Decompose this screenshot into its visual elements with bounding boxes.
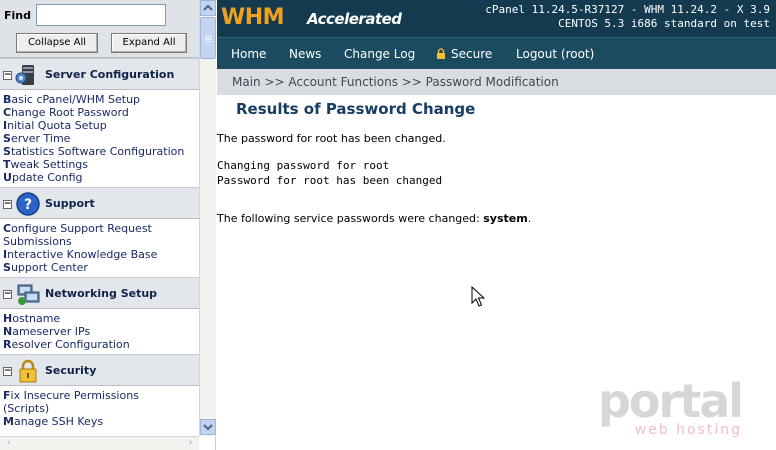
- scroll-down-button[interactable]: [200, 419, 216, 435]
- nav-link-hostname[interactable]: Hostname: [3, 312, 199, 325]
- section-header-security[interactable]: − Security: [0, 354, 199, 386]
- version-info: cPanel 11.24.5-R37127 - WHM 11.24.2 - X …: [485, 3, 770, 31]
- watermark-brand: portal: [598, 374, 744, 428]
- portal-watermark-logo: portal web hosting: [596, 378, 756, 442]
- page-title: Results of Password Change: [236, 100, 476, 118]
- chevron-left-icon[interactable]: ‹: [2, 437, 15, 450]
- password-changed-message: The password for root has been changed.: [217, 132, 446, 145]
- left-horizontal-scrollbar[interactable]: ‹ ›: [0, 436, 199, 450]
- nav-secure-link[interactable]: Secure: [436, 47, 492, 61]
- left-navigation-frame: Find Collapse All Expand All − Server Co…: [0, 0, 216, 450]
- server-icon: [15, 65, 34, 85]
- top-navigation: Home News Change Log Secure Logout (root…: [217, 37, 776, 69]
- nav-link-update-config[interactable]: Update Config: [3, 171, 199, 184]
- chevron-up-icon: [203, 4, 213, 11]
- nav-link-change-root-password[interactable]: Change Root Password: [3, 106, 199, 119]
- section-header-server-configuration[interactable]: − Server Configuration: [0, 58, 199, 90]
- nav-link-basic-setup[interactable]: Basic cPanel/WHM Setup: [3, 93, 199, 106]
- padlock-icon: [437, 48, 445, 59]
- section-links-security: Fix Insecure Permissions (Scripts) Manag…: [0, 386, 199, 431]
- find-label: Find: [4, 9, 31, 22]
- nav-link-fix-insecure-permissions-cont[interactable]: (Scripts): [3, 402, 199, 415]
- section-title: Security: [45, 364, 97, 377]
- version-line: cPanel 11.24.5-R37127 - WHM 11.24.2 - X …: [485, 3, 770, 16]
- whm-logo-subtitle: Accelerated: [307, 10, 402, 28]
- nav-link-manage-ssh-keys[interactable]: Manage SSH Keys: [3, 415, 199, 428]
- services-suffix: .: [527, 212, 532, 225]
- section-header-networking-setup[interactable]: − Networking Setup: [0, 277, 199, 309]
- nav-link-fix-insecure-permissions[interactable]: Fix Insecure Permissions: [3, 389, 199, 402]
- collapse-toggle-icon[interactable]: −: [3, 290, 12, 299]
- server-info-line: CENTOS 5.3 i686 standard on test: [558, 17, 770, 30]
- help-icon: ?: [16, 192, 40, 216]
- nav-link-statistics-software[interactable]: Statistics Software Configuration: [3, 145, 199, 158]
- expand-all-button[interactable]: Expand All: [111, 33, 187, 53]
- find-area: Find Collapse All Expand All: [0, 0, 199, 58]
- svg-text:?: ?: [24, 197, 32, 213]
- scrollbar-thumb[interactable]: [200, 17, 216, 59]
- nav-logout-link[interactable]: Logout (root): [516, 47, 594, 61]
- command-output: Changing password for root Password for …: [217, 159, 443, 187]
- left-vertical-scrollbar[interactable]: [199, 0, 216, 436]
- find-input[interactable]: [36, 4, 166, 26]
- breadcrumb-bar: Main >> Account Functions >> Password Mo…: [217, 69, 776, 95]
- nav-link-resolver-configuration[interactable]: Resolver Configuration: [3, 338, 199, 351]
- network-icon: [17, 284, 40, 305]
- header-banner: WHM Accelerated cPanel 11.24.5-R37127 - …: [217, 0, 776, 37]
- section-title: Support: [45, 197, 95, 210]
- nav-link-knowledge-base[interactable]: Interactive Knowledge Base: [3, 248, 199, 261]
- section-title: Server Configuration: [45, 68, 175, 81]
- section-header-support[interactable]: − ? Support: [0, 187, 199, 219]
- services-changed-message: The following service passwords were cha…: [217, 212, 531, 225]
- collapse-all-button[interactable]: Collapse All: [16, 33, 98, 53]
- nav-news-link[interactable]: News: [289, 47, 321, 61]
- lock-icon: [19, 359, 37, 383]
- services-value: system: [483, 212, 528, 225]
- nav-link-configure-support-request-cont[interactable]: Submissions: [3, 235, 199, 248]
- mouse-pointer-icon: [471, 286, 485, 307]
- collapse-toggle-icon[interactable]: −: [3, 367, 12, 376]
- nav-home-link[interactable]: Home: [231, 47, 266, 61]
- section-links-server-configuration: Basic cPanel/WHM Setup Change Root Passw…: [0, 90, 199, 187]
- scroll-up-button[interactable]: [200, 0, 216, 16]
- nav-link-initial-quota-setup[interactable]: Initial Quota Setup: [3, 119, 199, 132]
- services-prefix: The following service passwords were cha…: [217, 212, 484, 225]
- chevron-down-icon: [203, 424, 213, 431]
- nav-link-server-time[interactable]: Server Time: [3, 132, 199, 145]
- section-links-networking-setup: Hostname Nameserver IPs Resolver Configu…: [0, 309, 199, 354]
- collapse-toggle-icon[interactable]: −: [3, 200, 12, 209]
- nav-link-tweak-settings[interactable]: Tweak Settings: [3, 158, 199, 171]
- section-title: Networking Setup: [45, 287, 158, 300]
- left-navigation-content: Find Collapse All Expand All − Server Co…: [0, 0, 199, 436]
- watermark-tagline: web hosting: [634, 422, 742, 438]
- nav-link-nameserver-ips[interactable]: Nameserver IPs: [3, 325, 199, 338]
- section-links-support: Configure Support Request Submissions In…: [0, 219, 199, 277]
- whm-logo: WHM: [221, 5, 285, 30]
- nav-change-log-link[interactable]: Change Log: [344, 47, 415, 61]
- chevron-right-icon[interactable]: ›: [184, 437, 197, 450]
- nav-secure-label: Secure: [451, 47, 493, 61]
- collapse-toggle-icon[interactable]: −: [3, 71, 12, 80]
- breadcrumb: Main >> Account Functions >> Password Mo…: [232, 75, 559, 89]
- nav-link-configure-support-request[interactable]: Configure Support Request: [3, 222, 199, 235]
- nav-link-support-center[interactable]: Support Center: [3, 261, 199, 274]
